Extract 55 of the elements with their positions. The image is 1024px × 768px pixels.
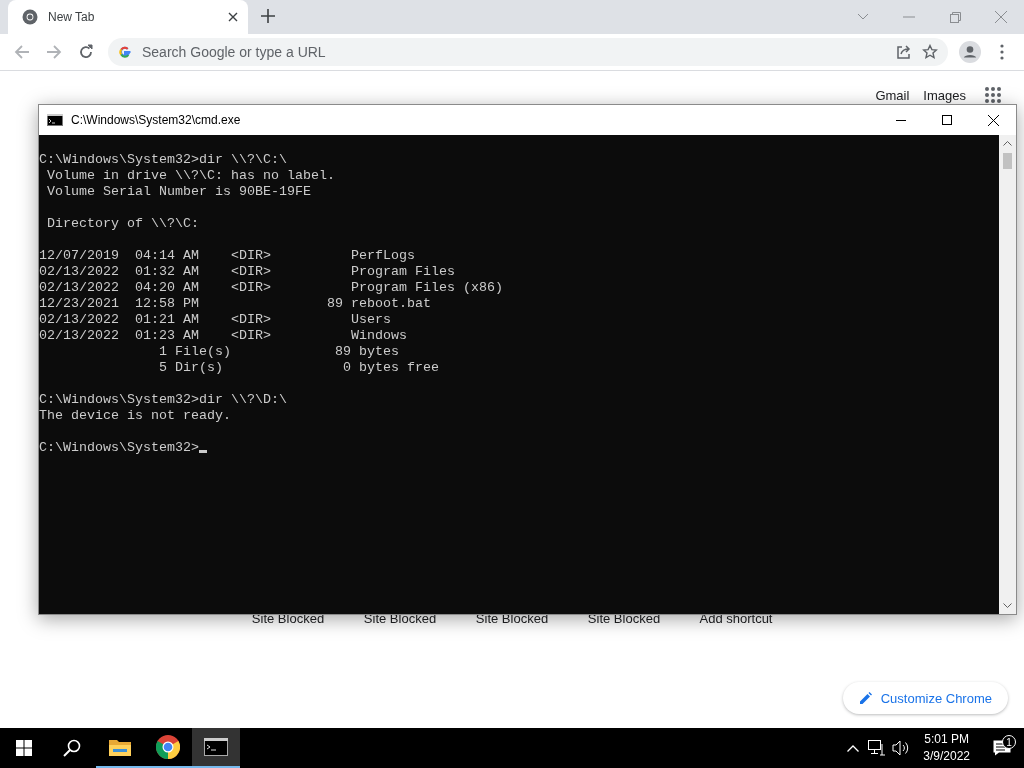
- console-icon: [47, 114, 63, 126]
- window-title: C:\Windows\System32\cmd.exe: [71, 113, 242, 127]
- plus-icon: [261, 9, 275, 23]
- console-line: 12/23/2021 12:58 PM 89 reboot.bat: [39, 296, 432, 312]
- console-line: 1 File(s) 89 bytes: [157, 344, 400, 360]
- taskbar-app-button[interactable]: [192, 728, 240, 768]
- network-icon[interactable]: [868, 740, 887, 756]
- profile-button[interactable]: [956, 38, 984, 66]
- console-icon: [204, 738, 228, 756]
- customize-chrome-button[interactable]: Customize Chrome: [842, 682, 1008, 714]
- address-field[interactable]: Search Google or type a URL: [142, 44, 886, 60]
- header-link[interactable]: Images: [923, 87, 966, 103]
- windows-logo-icon[interactable]: [16, 740, 32, 756]
- chevron-down-icon[interactable]: [857, 13, 869, 21]
- browser-tab[interactable]: New Tab: [8, 0, 248, 34]
- console-line: The device is not ready.: [39, 408, 232, 424]
- chrome-icon: [156, 735, 180, 759]
- console-line: C:\Windows\System32>dir \\?\C:\: [39, 152, 288, 168]
- header-link[interactable]: Gmail: [875, 87, 910, 103]
- console-line: Volume in drive \\?\C: has no label.: [46, 168, 336, 184]
- reload-icon: [78, 44, 94, 60]
- console-line: 02/13/2022 04:20 AM <DIR> Program Files (x86): [39, 280, 504, 296]
- folder-icon: [109, 738, 131, 756]
- google-g-icon: [118, 45, 132, 59]
- restore-icon[interactable]: [949, 11, 961, 23]
- close-icon[interactable]: [228, 12, 238, 22]
- address-bar[interactable]: Search Google or type a URL: [108, 38, 948, 66]
- share-icon[interactable]: [896, 44, 912, 60]
- menu-icon: [1000, 44, 1004, 60]
- close-icon: [987, 114, 999, 126]
- console-line: 02/13/2022 01:23 AM <DIR> Windows: [39, 328, 408, 344]
- pencil-icon: [858, 691, 873, 705]
- console-line: 5 Dir(s) 0 bytes free: [157, 360, 440, 376]
- maximize-icon: [942, 115, 952, 125]
- console-line: 02/13/2022 01:32 AM <DIR> Program Files: [39, 264, 456, 280]
- tab-title: New Tab: [48, 10, 96, 24]
- chrome-logo-icon: [22, 9, 38, 25]
- chevron-up-icon[interactable]: [847, 744, 860, 752]
- back-arrow-icon: [14, 44, 30, 60]
- scrollbar-thumb[interactable]: [1003, 153, 1012, 169]
- forward-arrow-icon: [46, 44, 62, 60]
- console-line: C:\Windows\System32>: [39, 440, 999, 456]
- minimize-icon: [896, 119, 906, 121]
- console-line: 12/07/2019 04:14 AM <DIR> PerfLogs: [39, 248, 416, 264]
- console-line: 02/13/2022 01:21 AM <DIR> Users: [39, 312, 392, 328]
- search-icon[interactable]: [63, 739, 81, 757]
- notification-count: 1: [1002, 735, 1016, 749]
- clock[interactable]: 5:01 PM 3/9/2022: [913, 731, 980, 765]
- console-line: Directory of \\?\C:: [46, 216, 200, 232]
- apps-grid-icon[interactable]: [984, 86, 1002, 104]
- star-icon[interactable]: [922, 44, 938, 60]
- person-avatar-icon: [959, 41, 981, 63]
- console-line: Volume Serial Number is 90BE-19FE: [46, 184, 312, 200]
- speaker-icon[interactable]: [892, 740, 911, 756]
- console-line: C:\Windows\System32>dir \\?\D:\: [39, 392, 288, 408]
